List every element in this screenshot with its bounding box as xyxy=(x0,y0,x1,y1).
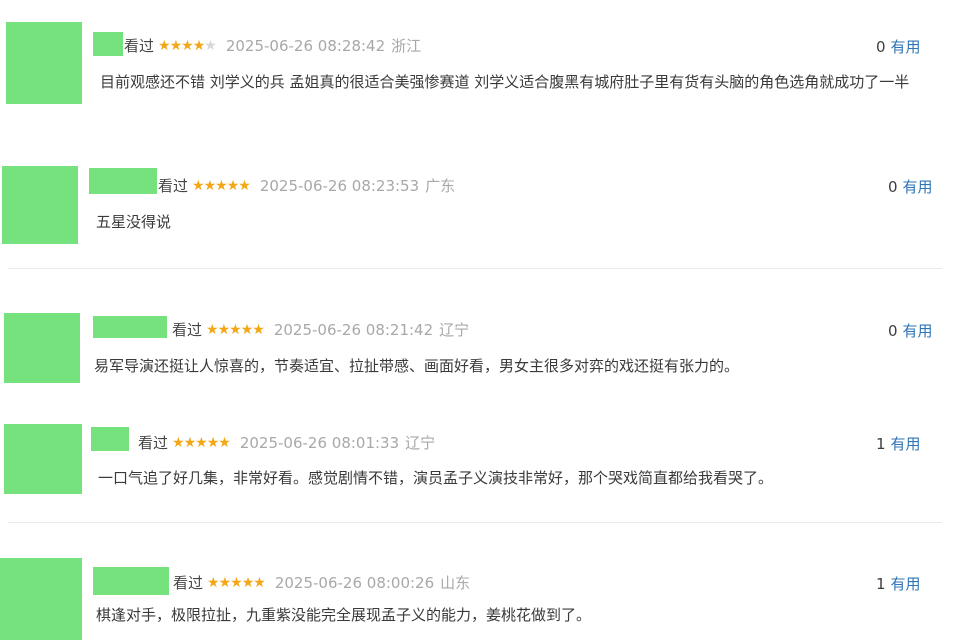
star-icon: ★ xyxy=(192,37,206,54)
star-icon: ★ xyxy=(215,177,228,194)
useful-count: 0 xyxy=(888,322,898,340)
watch-status: 看过 xyxy=(124,37,155,55)
star-icon: ★ xyxy=(218,574,232,591)
star-icon: ★ xyxy=(192,177,205,194)
divider xyxy=(8,522,942,523)
star-icon: ★ xyxy=(238,177,251,194)
review-region: 辽宁 xyxy=(405,434,436,452)
star-icon: ★ xyxy=(241,574,255,591)
review-region: 山东 xyxy=(440,574,471,592)
review-time: 2025-06-26 08:21:42 xyxy=(273,320,434,339)
star-icon: ★ xyxy=(206,321,219,338)
username[interactable] xyxy=(93,316,167,338)
review-region: 浙江 xyxy=(391,37,422,55)
star-icon: ★ xyxy=(206,434,220,451)
watch-status: 看过 xyxy=(138,434,169,452)
star-icon: ★ xyxy=(172,434,185,451)
star-icon: ★ xyxy=(169,37,183,54)
useful-count: 0 xyxy=(876,38,886,56)
useful-button[interactable]: 有用 xyxy=(903,322,933,340)
rating-stars: ★ ★ ★ ★ ★ xyxy=(172,434,231,451)
review-time: 2025-06-26 08:28:42 xyxy=(225,36,386,55)
useful-count: 0 xyxy=(888,178,898,196)
avatar[interactable] xyxy=(4,424,82,494)
useful-button[interactable]: 有用 xyxy=(903,178,933,196)
avatar[interactable] xyxy=(6,22,82,104)
star-icon: ★ xyxy=(253,574,266,591)
rating-stars: ★ ★ ★ ★ ★ xyxy=(192,177,251,194)
watch-status: 看过 xyxy=(173,574,204,592)
star-icon: ★ xyxy=(226,177,240,194)
review-comment: 一口气追了好几集，非常好看。感觉剧情不错，演员孟子义演技非常好，那个哭戏简直都给… xyxy=(98,469,774,487)
username[interactable] xyxy=(93,32,123,56)
rating-stars: ★ ★ ★ ★ ★ xyxy=(206,321,265,338)
watch-status: 看过 xyxy=(158,177,189,195)
star-icon: ★ xyxy=(203,177,217,194)
useful-count: 1 xyxy=(876,435,886,453)
useful-button[interactable]: 有用 xyxy=(891,38,921,56)
star-icon: ★ xyxy=(207,574,220,591)
review-region: 广东 xyxy=(425,177,456,195)
divider xyxy=(8,268,942,269)
avatar[interactable] xyxy=(2,166,78,244)
star-icon: ★ xyxy=(252,321,265,338)
star-icon: ★ xyxy=(204,37,217,54)
review-comment: 棋逢对手，极限拉扯，九重紫没能完全展现孟子义的能力，姜桃花做到了。 xyxy=(96,606,592,624)
star-icon: ★ xyxy=(240,321,254,338)
review-time: 2025-06-26 08:01:33 xyxy=(239,433,400,452)
star-icon: ★ xyxy=(230,574,243,591)
star-icon: ★ xyxy=(217,321,231,338)
useful-button[interactable]: 有用 xyxy=(891,435,921,453)
star-icon: ★ xyxy=(229,321,242,338)
username[interactable] xyxy=(91,427,129,451)
review-comment: 五星没得说 xyxy=(96,213,172,231)
review-time: 2025-06-26 08:00:26 xyxy=(274,573,435,592)
star-icon: ★ xyxy=(158,37,171,54)
review-region: 辽宁 xyxy=(439,321,470,339)
useful-count: 1 xyxy=(876,575,886,593)
watch-status: 看过 xyxy=(172,321,203,339)
review-comment: 易军导演还挺让人惊喜的，节奏适宜、拉扯带感、画面好看，男女主很多对弈的戏还挺有张… xyxy=(94,357,740,375)
useful-button[interactable]: 有用 xyxy=(891,575,921,593)
star-icon: ★ xyxy=(218,434,231,451)
rating-stars: ★ ★ ★ ★ ★ xyxy=(158,37,217,54)
rating-stars: ★ ★ ★ ★ ★ xyxy=(207,574,266,591)
avatar[interactable] xyxy=(4,313,80,383)
review-time: 2025-06-26 08:23:53 xyxy=(259,176,420,195)
star-icon: ★ xyxy=(183,434,197,451)
username[interactable] xyxy=(89,168,157,194)
star-icon: ★ xyxy=(181,37,194,54)
username[interactable] xyxy=(93,567,169,595)
review-comment: 目前观感还不错 刘学义的兵 孟姐真的很适合美强惨赛道 刘学义适合腹黑有城府肚子里… xyxy=(100,73,910,91)
star-icon: ★ xyxy=(195,434,208,451)
avatar[interactable] xyxy=(0,558,82,640)
